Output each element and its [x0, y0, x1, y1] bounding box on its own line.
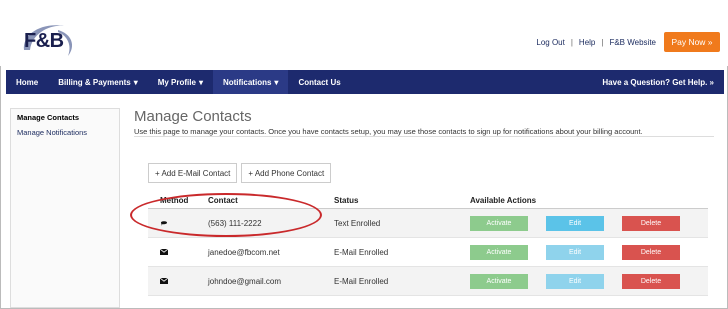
edit-button[interactable]: Edit: [546, 215, 604, 231]
nav-billing[interactable]: Billing & Payments ▾: [48, 70, 147, 94]
add-contact-buttons: + Add E-Mail Contact + Add Phone Contact: [148, 163, 332, 183]
highlight-ellipse: [130, 193, 322, 237]
table-row: johndoe@gmail.com E-Mail Enrolled Activa…: [148, 267, 708, 296]
caret-down-icon: ▾: [133, 77, 138, 87]
method-cell: [148, 248, 200, 257]
caret-down-icon: ▾: [198, 77, 203, 87]
table-row: janedoe@fbcom.net E-Mail Enrolled Activa…: [148, 238, 708, 267]
activate-button[interactable]: Activate: [470, 273, 528, 289]
method-cell: [148, 277, 200, 286]
top-links: Log Out | Help | F&B Website: [536, 38, 656, 47]
row-actions: Activate Edit Delete: [470, 215, 708, 231]
nav-billing-label: Billing & Payments: [58, 77, 131, 87]
contact-value: janedoe@fbcom.net: [208, 247, 280, 257]
activate-button[interactable]: Activate: [470, 215, 528, 231]
envelope-icon: [160, 277, 168, 284]
website-link[interactable]: F&B Website: [609, 38, 656, 47]
nav-notifications[interactable]: Notifications ▾: [212, 70, 289, 94]
header-status: Status: [334, 196, 359, 205]
status-text: E-Mail Enrolled: [334, 276, 389, 286]
envelope-icon: [160, 248, 168, 255]
main-nav: Home Billing & Payments ▾ My Profile ▾ Not…: [6, 70, 724, 94]
nav-home-label: Home: [16, 77, 39, 87]
page-title: Manage Contacts: [134, 108, 252, 125]
delete-button[interactable]: Delete: [622, 244, 680, 260]
divider: [134, 136, 714, 137]
sidebar: Manage Contacts Manage Notifications: [10, 108, 120, 308]
edit-button[interactable]: Edit: [546, 273, 604, 289]
nav-notifications-label: Notifications: [222, 77, 272, 87]
logout-link[interactable]: Log Out: [536, 38, 564, 47]
nav-contact-label: Contact Us: [298, 77, 341, 87]
caret-down-icon: ▾: [274, 77, 279, 87]
delete-button[interactable]: Delete: [622, 273, 680, 289]
help-link[interactable]: Help: [579, 38, 595, 47]
logo-text: F&B: [24, 30, 64, 52]
nav-my-profile[interactable]: My Profile ▾: [148, 70, 213, 94]
page-description: Use this page to manage your contacts. O…: [134, 127, 643, 136]
brand-logo[interactable]: F&B: [14, 18, 84, 58]
add-phone-contact-button[interactable]: + Add Phone Contact: [241, 163, 332, 183]
nav-profile-label: My Profile: [157, 77, 196, 87]
nav-home[interactable]: Home: [6, 70, 48, 94]
add-email-contact-button[interactable]: + Add E-Mail Contact: [148, 163, 238, 183]
header-actions: Available Actions: [470, 196, 537, 205]
get-help-link[interactable]: Have a Question? Get Help. »: [602, 78, 724, 87]
header: F&B Log Out | Help | F&B Website Pay Now…: [0, 0, 728, 66]
edit-button[interactable]: Edit: [546, 244, 604, 260]
main-content: Manage Contacts Use this page to manage …: [134, 108, 724, 296]
sidebar-item-manage-contacts[interactable]: Manage Contacts: [11, 109, 119, 124]
nav-contact-us[interactable]: Contact Us: [288, 70, 350, 94]
status-text: E-Mail Enrolled: [334, 247, 389, 257]
delete-button[interactable]: Delete: [622, 215, 680, 231]
row-actions: Activate Edit Delete: [470, 244, 708, 260]
status-text: Text Enrolled: [334, 218, 381, 228]
sidebar-item-manage-notifications[interactable]: Manage Notifications: [11, 124, 119, 139]
link-separator: |: [570, 38, 573, 47]
pay-now-button[interactable]: Pay Now »: [664, 32, 720, 52]
link-separator: |: [601, 38, 604, 47]
contact-value: johndoe@gmail.com: [208, 276, 282, 286]
activate-button[interactable]: Activate: [470, 244, 528, 260]
row-actions: Activate Edit Delete: [470, 273, 708, 289]
